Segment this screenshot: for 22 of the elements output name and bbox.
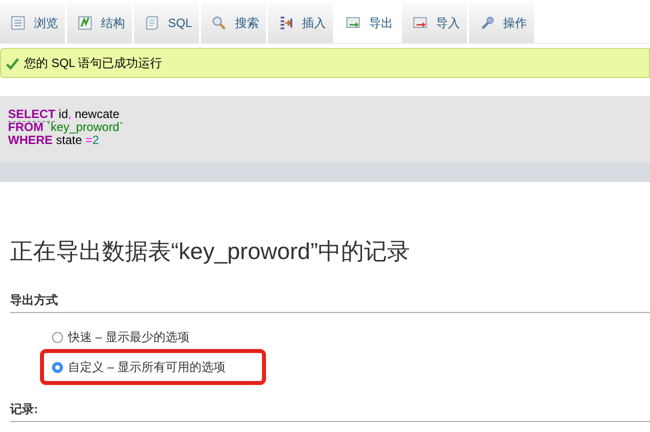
tab[interactable]: 结构 [67,3,132,43]
radio-button[interactable] [52,332,63,342]
option-label[interactable]: 快速 – 显示最少的选项 [68,328,190,346]
document-icon [144,15,160,31]
success-message: 您的 SQL 语句已成功运行 [24,54,162,72]
sql-line: SELECT id, newcate [8,108,120,121]
tab[interactable]: 操作 [469,3,534,43]
sql-line: FROM `key_proword` [8,121,124,134]
tab[interactable]: 浏览 [0,3,65,43]
tab[interactable]: 导入 [402,3,467,43]
check-icon [6,56,19,70]
tab[interactable]: 插入 [268,3,333,43]
page-heading: 正在导出数据表“key_proword”中的记录 [10,237,411,266]
section-title: 记录: [10,401,38,418]
tab[interactable]: SQL [134,3,199,43]
section-title: 导出方式 [10,292,58,309]
sql-line: WHERE state =2 [8,134,100,147]
option-label[interactable]: 自定义 – 显示所有可用的选项 [68,358,226,376]
tab[interactable]: 搜索 [201,3,266,43]
search-icon [211,15,227,31]
wrench-icon [479,15,495,31]
radio-button[interactable] [52,362,63,372]
